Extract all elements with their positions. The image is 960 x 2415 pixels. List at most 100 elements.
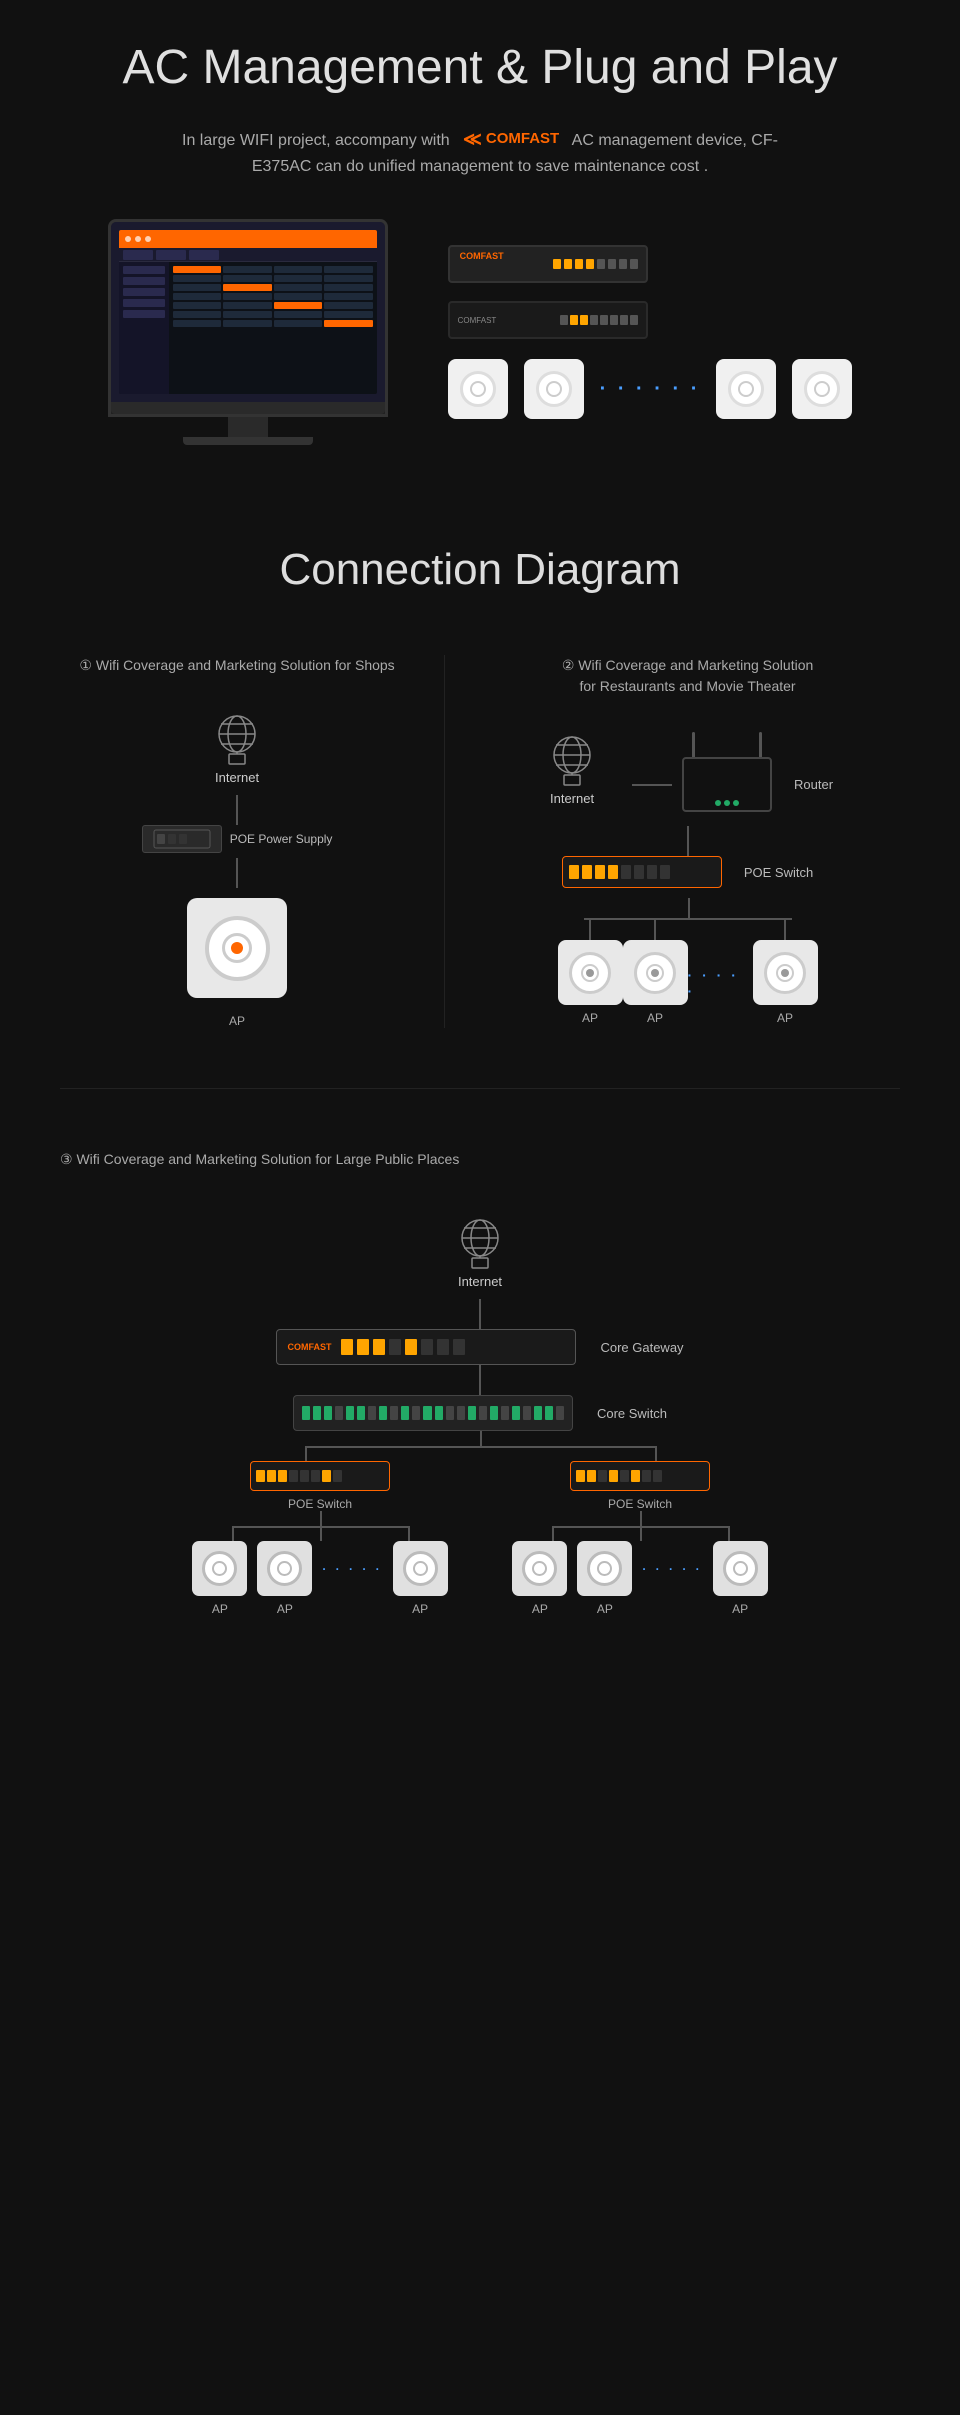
s2-ap-inner-2 <box>646 964 664 982</box>
s3-lvl3 <box>320 1511 322 1526</box>
cell-13 <box>274 293 323 300</box>
s3-lv2 <box>320 1526 322 1541</box>
s2-dots-col: · · · · · <box>688 920 753 1025</box>
s3-apl1-circle <box>202 1551 237 1586</box>
scenario-2-col: ② Wifi Coverage and Marketing Solutionfo… <box>445 655 900 1028</box>
cs-p18 <box>490 1406 498 1420</box>
cell-22 <box>173 320 222 327</box>
dash-dot-1 <box>125 236 131 242</box>
cs-p16 <box>468 1406 476 1420</box>
s1-ap-circle <box>205 916 270 981</box>
brand-label-2: COMFAST <box>458 316 497 325</box>
psp-8 <box>660 865 670 879</box>
router-box-2: COMFAST <box>448 301 648 339</box>
psp-7 <box>647 865 657 879</box>
cell-3 <box>324 266 373 273</box>
s3-apl3-inner <box>413 1561 428 1576</box>
s2-router <box>682 757 772 812</box>
gw-p4 <box>389 1339 401 1355</box>
cs-p6 <box>357 1406 365 1420</box>
port-group-2 <box>560 315 638 325</box>
s3-rdots: · · · · · <box>642 1562 702 1596</box>
psl-p6 <box>311 1470 320 1482</box>
s3-apl2-lbl: AP <box>277 1602 293 1616</box>
s2-internet-label: Internet <box>550 791 594 806</box>
ac-diagram: COMFAST COMFAST <box>60 219 900 445</box>
ac-description: In large WIFI project, accompany with ≪ … <box>180 125 780 179</box>
scenario-3-title: ③ Wifi Coverage and Marketing Solution f… <box>60 1149 459 1170</box>
s2-ap-core-3 <box>781 969 789 977</box>
psr-p8 <box>653 1470 662 1482</box>
brand-label-1: COMFAST <box>460 251 504 261</box>
s3-ap-r3 <box>713 1541 768 1596</box>
s2-ap-inner-1 <box>581 964 599 982</box>
s3-gw-label: Core Gateway <box>600 1340 683 1355</box>
comfast-brand-text: COMFAST <box>486 127 559 151</box>
router-device-1: COMFAST <box>448 245 648 283</box>
s2-vline-1 <box>687 826 689 856</box>
s2-ap-columns: AP AP <box>558 920 818 1025</box>
psp-4 <box>608 865 618 879</box>
s2-ap-label-1: AP <box>582 1011 598 1025</box>
s2-router-wrap <box>682 757 772 812</box>
cs-p5 <box>346 1406 354 1420</box>
s2-ap-label-3: AP <box>777 1011 793 1025</box>
gw-p2 <box>357 1339 369 1355</box>
psp-5 <box>621 865 631 879</box>
cell-10 <box>324 284 373 291</box>
s3-switch-row: Core Switch <box>293 1395 667 1431</box>
scenarios-row-1-2: ① Wifi Coverage and Marketing Solution f… <box>60 655 900 1089</box>
cell-2 <box>274 266 323 273</box>
ap-inner-3 <box>738 381 754 397</box>
psl-p1 <box>256 1470 265 1482</box>
cs-p8 <box>379 1406 387 1420</box>
desc-before: In large WIFI project, accompany with <box>182 132 450 149</box>
dash-dot-3 <box>145 236 151 242</box>
dash-nav <box>119 248 377 262</box>
s3-apr3-circle <box>723 1551 758 1586</box>
cs-p4 <box>335 1406 343 1420</box>
cell-19 <box>223 311 272 318</box>
port-7 <box>619 259 627 269</box>
s2-branch-bar <box>558 898 818 918</box>
psp-2 <box>582 865 592 879</box>
s2-ap-col-2: AP <box>623 920 688 1025</box>
led-3 <box>733 800 739 806</box>
s3-ap-l3 <box>393 1541 448 1596</box>
ap-icon-4 <box>792 359 852 419</box>
s3-dots-right: · · · · · <box>642 1562 702 1576</box>
s3-poe-right <box>570 1461 710 1491</box>
s2-branch: AP AP <box>475 898 900 1025</box>
s2-router-label: Router <box>794 777 833 792</box>
s2-ap-col-3: AP <box>753 920 818 1025</box>
port2-8 <box>630 315 638 325</box>
s3-internet-group: Internet <box>450 1210 510 1289</box>
port-a3 <box>575 259 583 269</box>
psr-p5 <box>620 1470 629 1482</box>
s3-poe-branch-right: POE Switch <box>500 1461 780 1616</box>
cell-o2 <box>223 284 272 291</box>
s3-vline-1 <box>479 1299 481 1329</box>
s3-tree: Internet COMFAST Core Gateway <box>60 1210 900 1616</box>
sidebar-item-2 <box>123 277 165 285</box>
s2-vline-ap1 <box>589 920 591 940</box>
s3-ap-r2 <box>577 1541 632 1596</box>
cs-p19 <box>501 1406 509 1420</box>
s3-right-aps: AP AP · · · · · <box>512 1541 767 1616</box>
s1-ap-icon <box>187 898 287 998</box>
cs-p1 <box>302 1406 310 1420</box>
s3-gateway-row: COMFAST Core Gateway <box>276 1329 683 1365</box>
s1-internet-label: Internet <box>215 770 259 785</box>
s3-hline-1 <box>305 1446 655 1448</box>
scenario-1-col: ① Wifi Coverage and Marketing Solution f… <box>60 655 445 1028</box>
cell-8 <box>173 284 222 291</box>
cell-24 <box>274 320 323 327</box>
cs-p15 <box>457 1406 465 1420</box>
s2-dots: · · · · · <box>688 967 753 999</box>
psr-p6 <box>631 1470 640 1482</box>
connection-diagram-section: Connection Diagram ① Wifi Coverage and M… <box>0 505 960 1656</box>
psp-3 <box>595 865 605 879</box>
monitor-screen <box>111 222 385 402</box>
gw-p6 <box>421 1339 433 1355</box>
s3-ap-l2 <box>257 1541 312 1596</box>
